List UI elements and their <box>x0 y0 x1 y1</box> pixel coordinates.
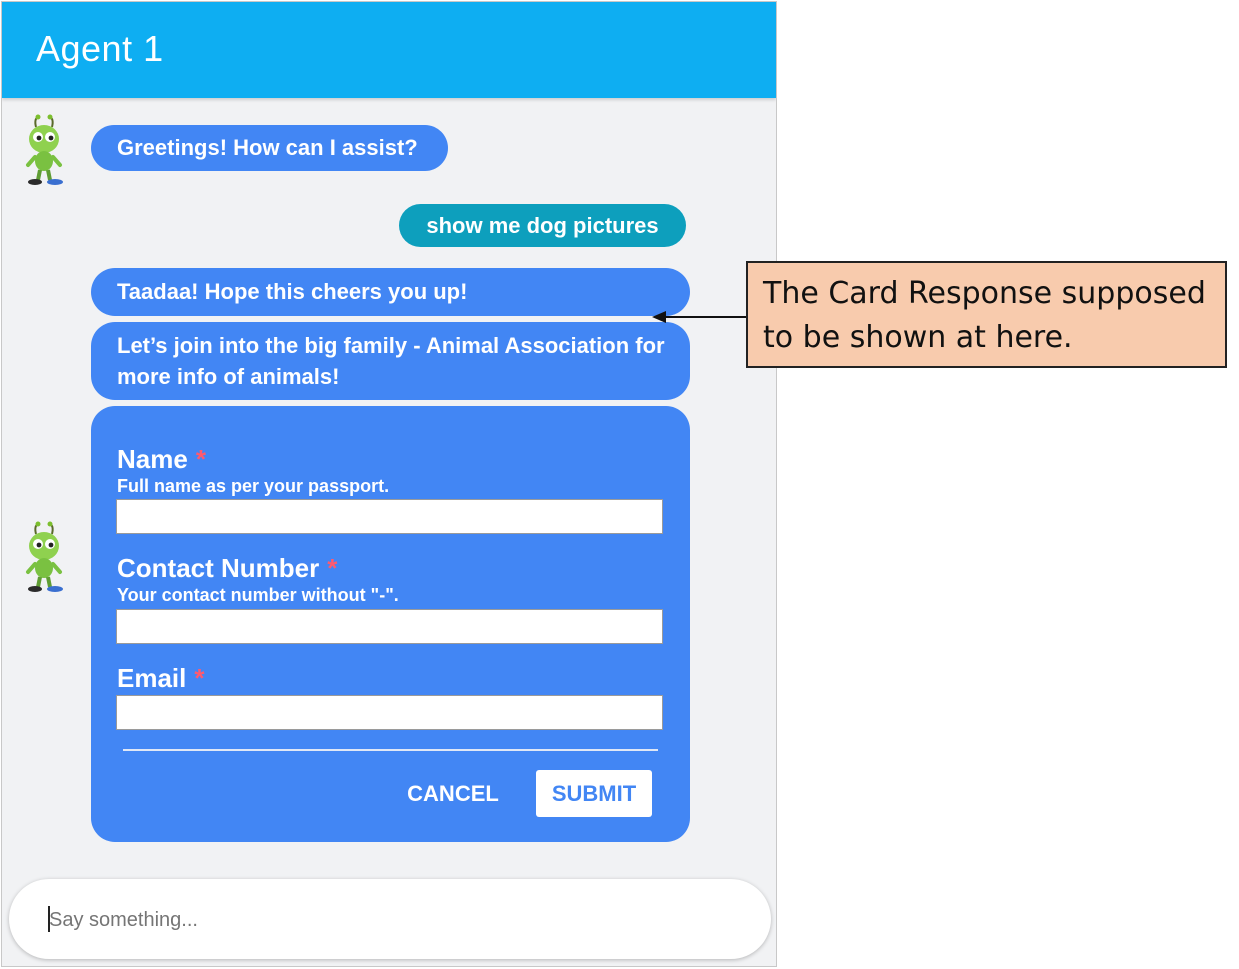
email-required-mark: * <box>194 663 205 693</box>
bot-avatar-icon <box>26 114 63 185</box>
card-divider <box>123 749 658 751</box>
annotation-callout: The Card Response supposed to be shown a… <box>746 261 1227 368</box>
message-composer <box>9 879 771 959</box>
bot-message-join: Let’s join into the big family - Animal … <box>91 322 690 400</box>
page: Agent 1 Greetings! How can I assist? sho… <box>0 0 1239 969</box>
name-field[interactable] <box>116 499 663 534</box>
bot-avatar-icon <box>26 521 63 592</box>
contact-number-field[interactable] <box>116 609 663 644</box>
cancel-button[interactable]: CANCEL <box>391 771 515 817</box>
callout-line-2: to be shown at here. <box>763 320 1073 355</box>
name-required-mark: * <box>195 444 206 474</box>
name-label-text: Name <box>117 444 188 474</box>
name-label: Name * <box>117 444 206 474</box>
chat-window: Agent 1 Greetings! How can I assist? sho… <box>1 1 777 967</box>
text-caret <box>48 906 50 932</box>
message-input[interactable] <box>47 897 741 943</box>
email-label-text: Email <box>117 663 187 693</box>
chat-title: Agent 1 <box>36 28 164 69</box>
name-hint: Full name as per your passport. <box>117 476 390 496</box>
chat-header: Agent 1 <box>2 2 776 98</box>
callout-arrow-icon <box>652 311 748 323</box>
user-message: show me dog pictures <box>399 204 686 247</box>
contact-label: Contact Number * <box>117 553 337 583</box>
contact-required-mark: * <box>327 553 338 583</box>
contact-label-text: Contact Number <box>117 553 320 583</box>
bot-message-cheer: Taadaa! Hope this cheers you up! <box>91 268 690 316</box>
callout-line-1: The Card Response supposed <box>763 276 1206 311</box>
contact-hint: Your contact number without "-". <box>117 585 399 605</box>
submit-button[interactable]: SUBMIT <box>536 770 652 817</box>
email-field[interactable] <box>116 695 663 730</box>
email-label: Email * <box>117 663 205 693</box>
form-card: Name * Full name as per your passport. Co… <box>91 406 690 842</box>
bot-message-greeting: Greetings! How can I assist? <box>91 125 448 171</box>
